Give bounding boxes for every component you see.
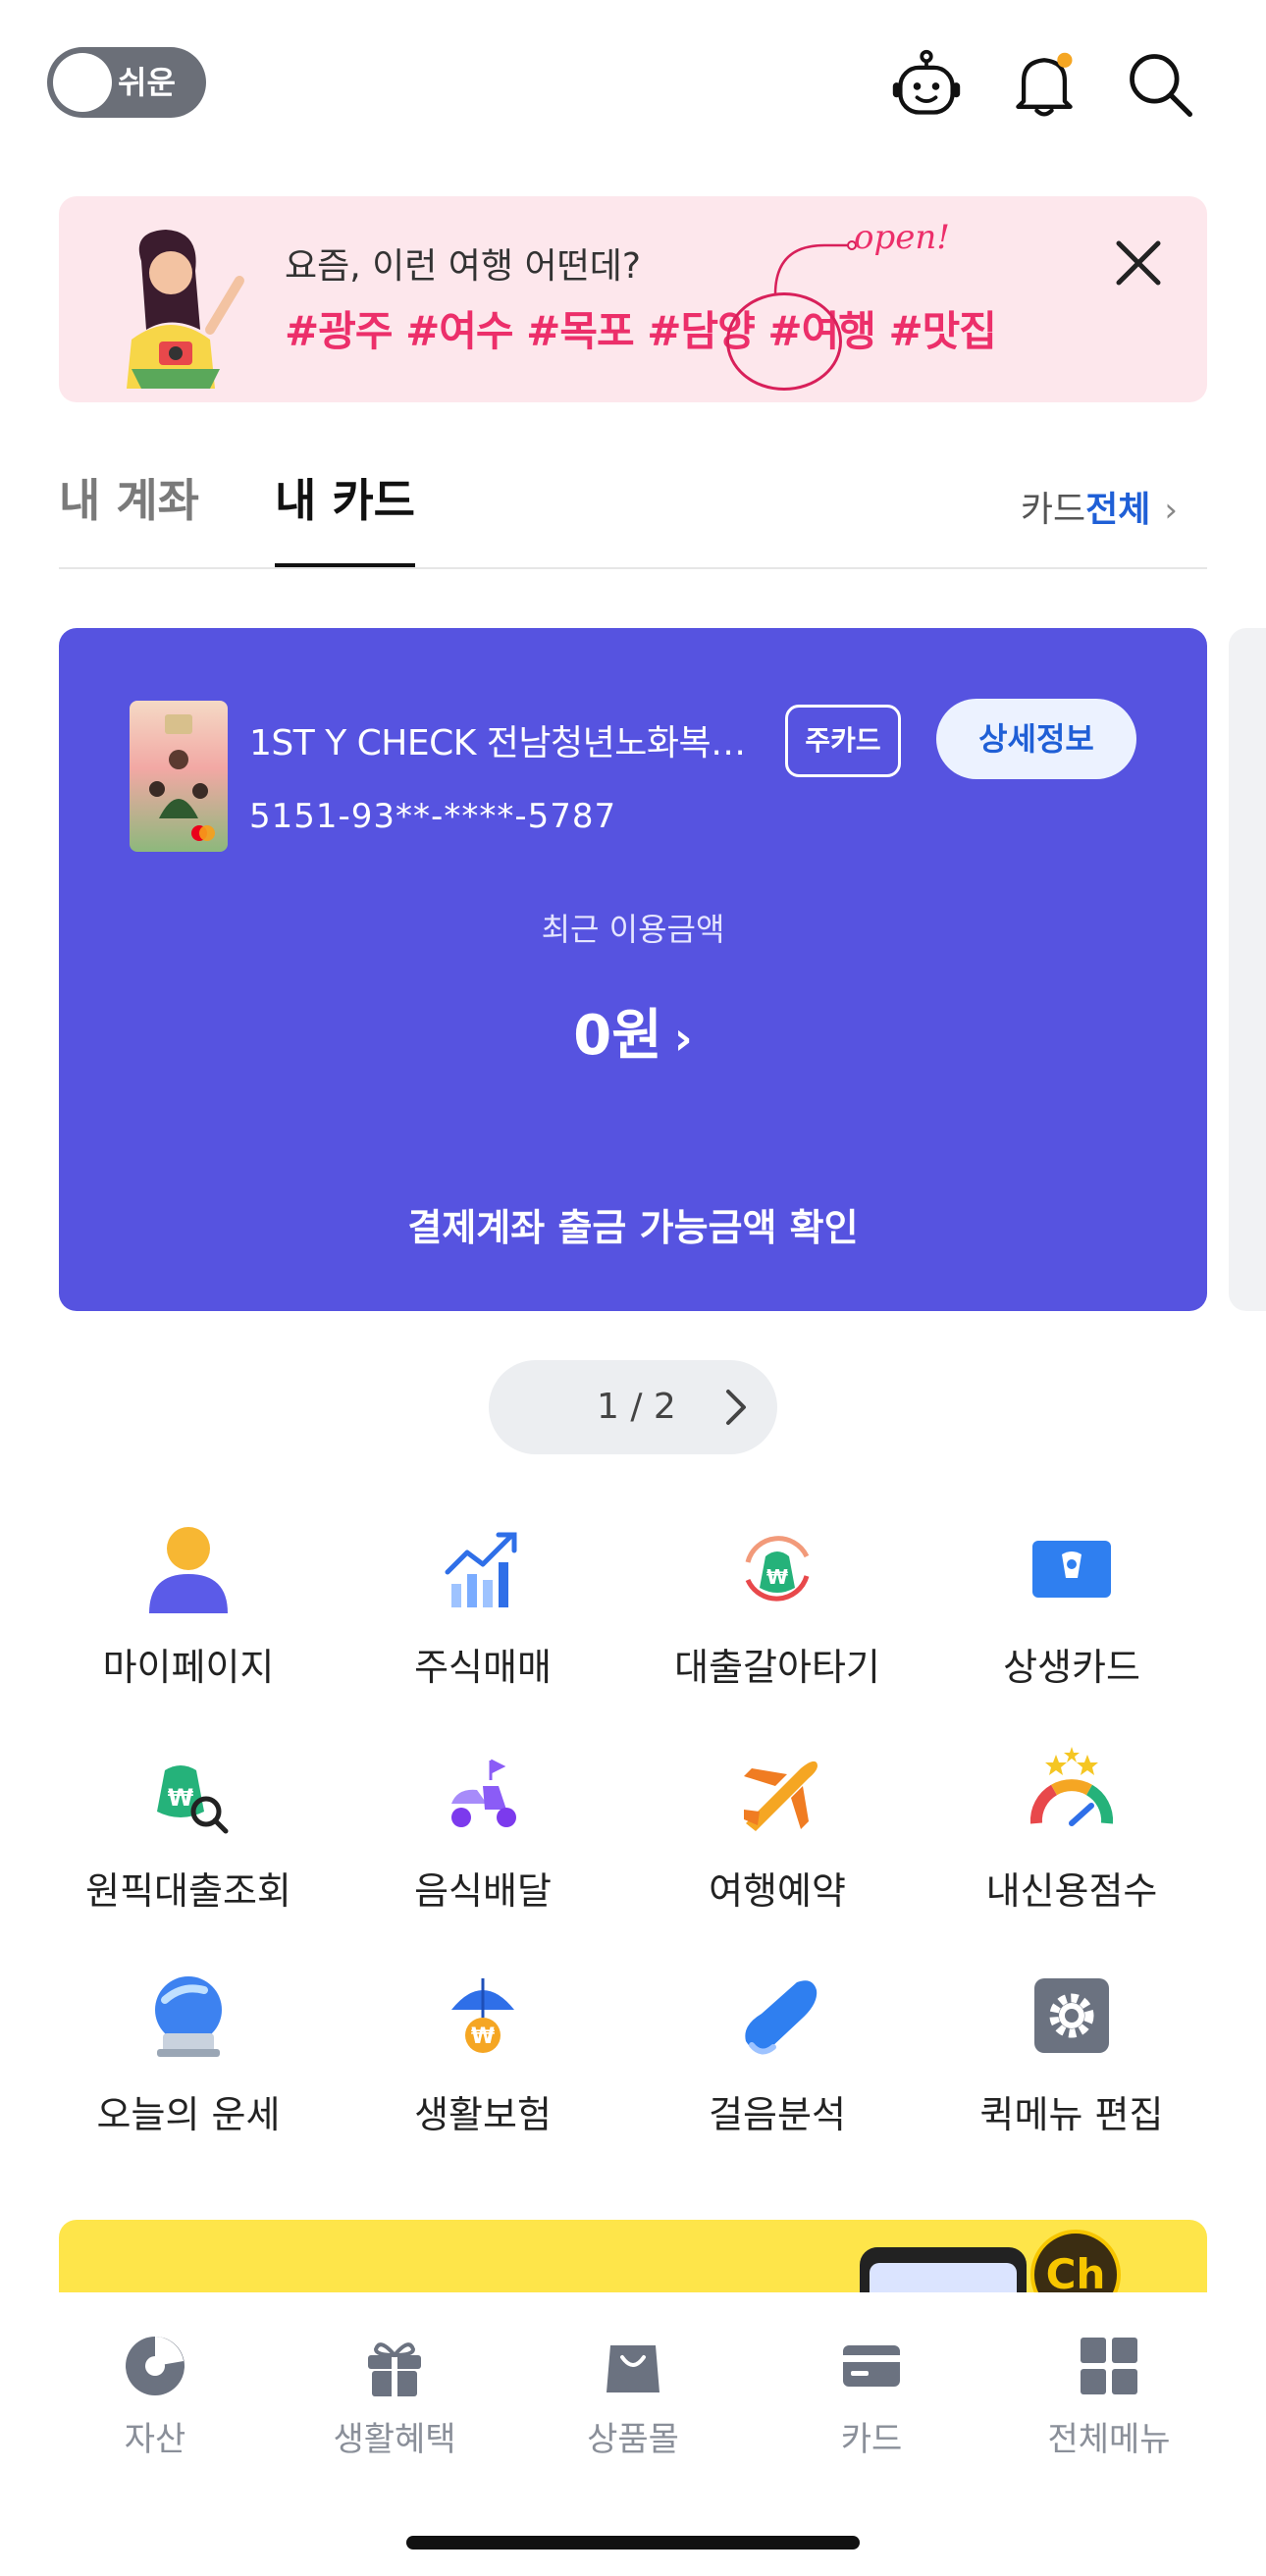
quick-menu-fortune[interactable]: 오늘의 운세 <box>41 1971 336 2167</box>
nav-card[interactable]: 카드 <box>754 2332 989 2460</box>
bottom-navigation: 자산 생활혜택 상품몰 카드 전체메뉴 <box>0 2292 1266 2576</box>
curved-arrow <box>773 240 857 295</box>
quick-menu-label: 여행예약 <box>709 1869 846 1913</box>
chevron-right-icon[interactable] <box>711 1382 762 1433</box>
promo-banner[interactable]: 요즘, 이런 여행 어떤데? #광주 #여수 #목포 #담양 #여행 #맛집 o… <box>59 196 1207 402</box>
close-icon[interactable] <box>1109 234 1168 292</box>
nav-label: 자산 <box>124 2420 186 2459</box>
grid-icon <box>1081 2338 1137 2394</box>
card-image <box>130 701 228 852</box>
stock-chart-icon <box>445 1532 517 1607</box>
channel-badge: Ch <box>1030 2230 1121 2298</box>
quick-menu-label: 주식매매 <box>414 1646 552 1689</box>
tab-my-accounts[interactable]: 내 계좌 <box>59 461 199 567</box>
quick-menu-label: 음식배달 <box>414 1869 552 1913</box>
card-all-prefix: 카드 <box>1020 490 1086 530</box>
quick-menu-label: 생활보험 <box>414 2093 552 2136</box>
quick-menu-label: 오늘의 운세 <box>96 2093 281 2136</box>
card-detail-button[interactable]: 상세정보 <box>936 699 1136 779</box>
chevron-right-icon: › <box>673 1012 693 1065</box>
quick-menu-loan-switch[interactable]: ₩ 대출갈아타기 <box>630 1523 924 1719</box>
quick-menu-travel-booking[interactable]: 여행예약 <box>630 1747 924 1943</box>
account-card-tabs: 내 계좌 내 카드 카드전체 › <box>59 461 1207 569</box>
scooter-icon <box>451 1759 516 1827</box>
woman-illustration <box>127 230 244 389</box>
promo-hashtags: #광주 #여수 #목포 #담양 #여행 #맛집 <box>285 307 997 355</box>
top-header: 쉬운 <box>0 0 1266 167</box>
nav-product-mall[interactable]: 상품몰 <box>515 2332 751 2460</box>
bell-icon[interactable] <box>1005 45 1083 124</box>
nav-label: 전체메뉴 <box>1047 2420 1171 2459</box>
card-pager: 1 / 2 <box>489 1360 777 1454</box>
card-number: 5151-93**-****-5787 <box>249 797 617 836</box>
pager-indicator: 1 / 2 <box>597 1387 676 1427</box>
quick-menu-mypage[interactable]: 마이페이지 <box>41 1523 336 1719</box>
chevron-right-icon: › <box>1164 491 1178 530</box>
quick-menu-label: 퀵메뉴 편집 <box>979 2093 1164 2136</box>
quick-menu-label: 걸음분석 <box>709 2093 846 2136</box>
nav-label: 카드 <box>840 2420 903 2459</box>
airplane-icon <box>744 1761 818 1831</box>
umbrella-icon: ₩ <box>451 1978 514 2053</box>
svg-text:₩: ₩ <box>471 2024 495 2049</box>
sangsaeng-card-icon <box>1032 1541 1111 1598</box>
amount-value: 0원 <box>573 1004 662 1068</box>
nav-assets[interactable]: 자산 <box>37 2332 273 2460</box>
easy-mode-label: 쉬운 <box>118 64 176 101</box>
quick-menu-edit[interactable]: 퀵메뉴 편집 <box>924 1971 1219 2167</box>
toggle-knob <box>53 53 112 112</box>
loan-switch-icon: ₩ <box>745 1536 810 1602</box>
home-indicator <box>406 2536 860 2550</box>
nav-life-benefits[interactable]: 생활혜택 <box>277 2332 512 2460</box>
quick-menu-stock[interactable]: 주식매매 <box>336 1523 630 1719</box>
person-icon <box>149 1527 228 1613</box>
quick-menu-label: 내신용점수 <box>985 1869 1158 1913</box>
quick-menu-credit-score[interactable]: 내신용점수 <box>924 1747 1219 1943</box>
kakao-ad-banner[interactable]: Ch <box>59 2220 1207 2298</box>
quick-menu-loan-search[interactable]: ₩ 원픽대출조회 <box>41 1747 336 1943</box>
promo-question: 요즘, 이런 여행 어떤데? <box>285 246 641 287</box>
nav-label: 상품몰 <box>587 2420 679 2459</box>
quick-menu-sangsaeng-card[interactable]: 상생카드 <box>924 1523 1219 1719</box>
svg-text:₩: ₩ <box>168 1784 194 1812</box>
pie-chart-icon <box>126 2337 185 2395</box>
shopping-bag-icon <box>607 2345 659 2392</box>
card-summary-panel: 1ST Y CHECK 전남청년노화복… 주카드 상세정보 5151-93**-… <box>59 628 1207 1311</box>
credit-gauge-icon <box>1029 1747 1114 1826</box>
tab-my-cards[interactable]: 내 카드 <box>275 461 415 567</box>
highlight-circle <box>726 292 842 391</box>
next-card-peek[interactable] <box>1229 628 1266 1311</box>
promo-open-tag: open! <box>854 218 950 257</box>
loan-search-icon: ₩ <box>157 1765 229 1834</box>
quick-menu-label: 마이페이지 <box>102 1646 275 1689</box>
quick-menu-walk-analysis[interactable]: 걸음분석 <box>630 1971 924 2167</box>
main-card-badge: 주카드 <box>785 705 901 777</box>
card-all-link[interactable]: 카드전체 › <box>1021 481 1178 532</box>
svg-text:₩: ₩ <box>766 1565 788 1589</box>
card-icon <box>843 2345 900 2387</box>
card-name: 1ST Y CHECK 전남청년노화복… <box>249 723 746 763</box>
easy-mode-toggle[interactable]: 쉬운 <box>47 47 206 118</box>
robot-icon[interactable] <box>887 45 966 124</box>
search-icon[interactable] <box>1121 45 1199 124</box>
quick-menu-life-insurance[interactable]: ₩ 생활보험 <box>336 1971 630 2167</box>
gear-icon <box>1034 1978 1109 2053</box>
gift-icon <box>368 2342 421 2396</box>
card-all-accent: 전체 <box>1085 490 1151 530</box>
quick-menu-label: 상생카드 <box>1003 1646 1140 1689</box>
recent-usage-amount[interactable]: 0원 › <box>59 991 1207 1071</box>
sneaker-icon <box>745 1980 818 2055</box>
recent-usage-label: 최근 이용금액 <box>541 911 725 948</box>
check-available-balance-link[interactable]: 결제계좌 출금 가능금액 확인 <box>59 1197 1207 1251</box>
nav-all-menu[interactable]: 전체메뉴 <box>991 2332 1227 2460</box>
quick-menu-label: 원픽대출조회 <box>85 1869 291 1913</box>
nav-label: 생활혜택 <box>333 2420 456 2459</box>
quick-menu-food-delivery[interactable]: 음식배달 <box>336 1747 630 1943</box>
crystal-ball-icon <box>155 1976 222 2057</box>
quick-menu-label: 대출갈아타기 <box>674 1646 880 1689</box>
